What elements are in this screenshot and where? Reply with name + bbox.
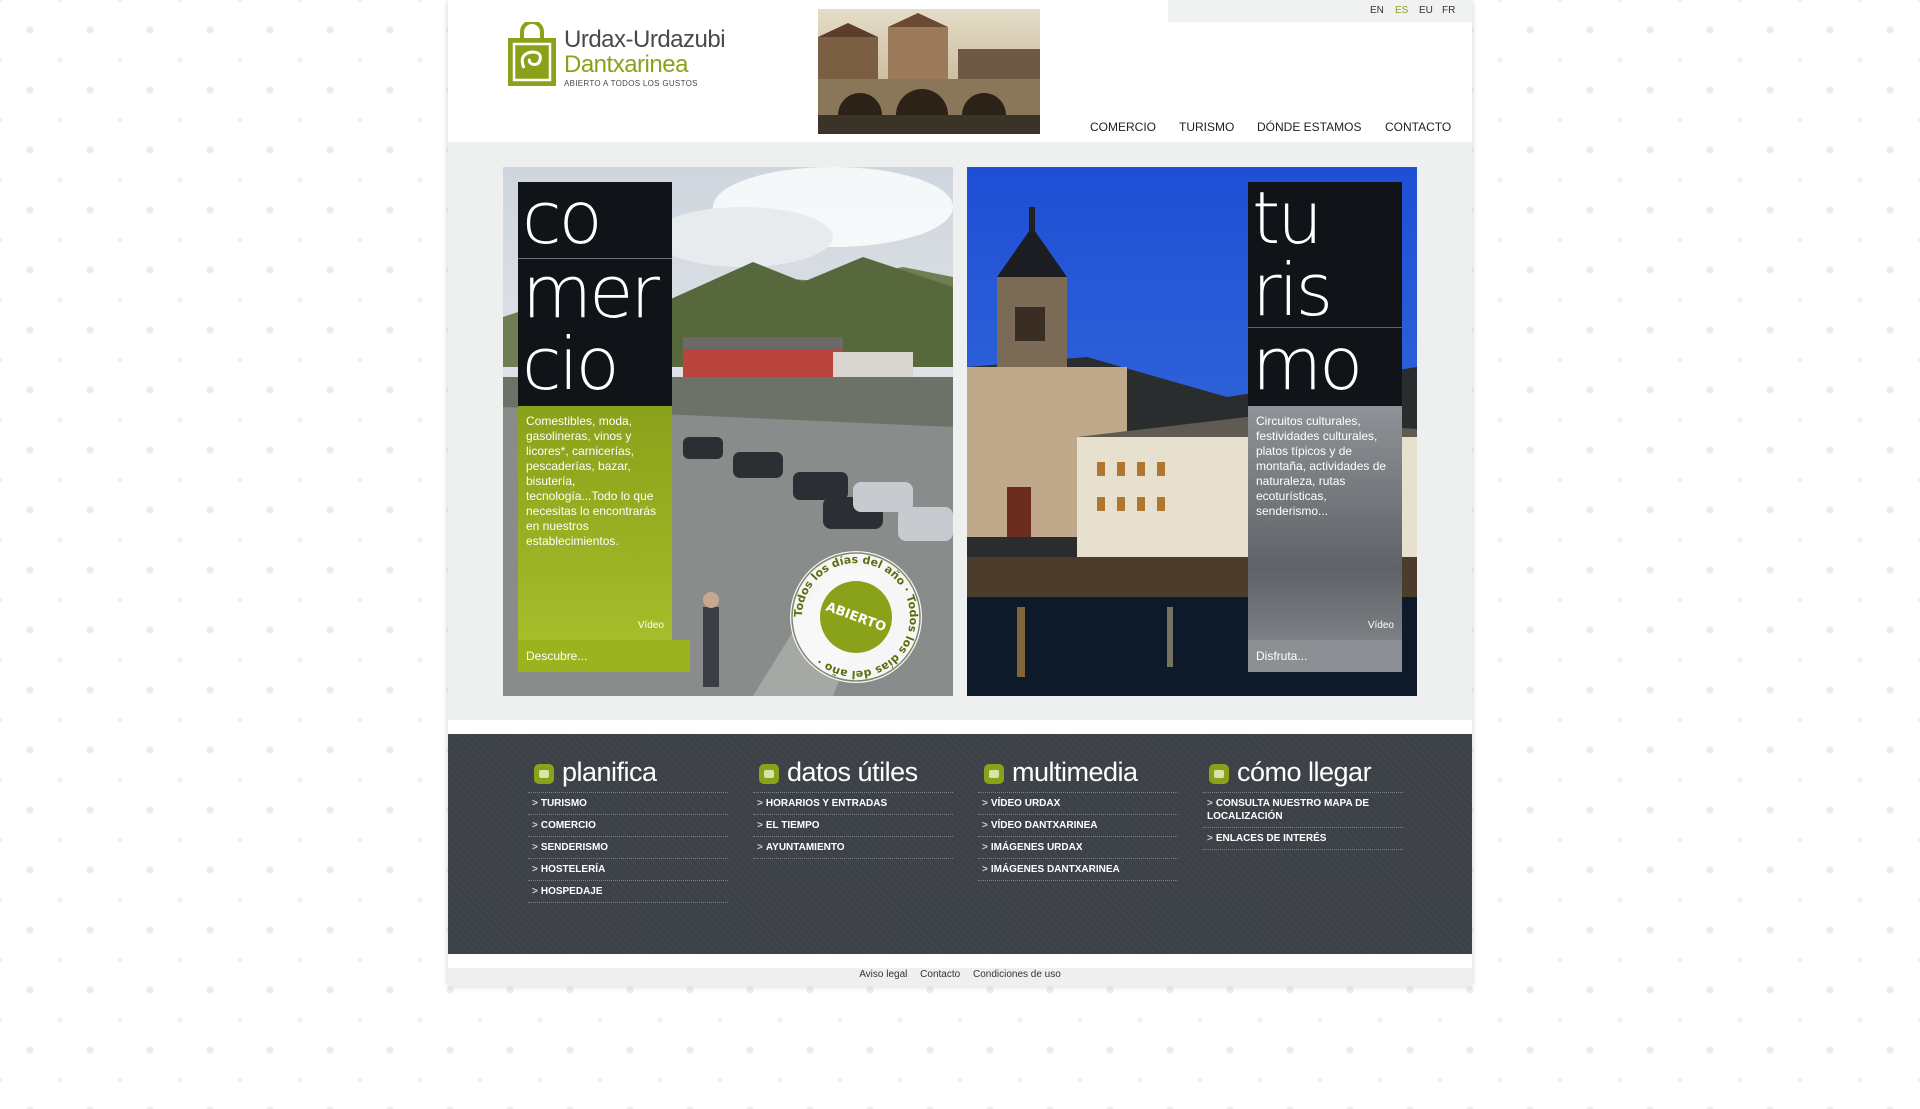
lang-en[interactable]: EN xyxy=(1370,5,1384,16)
eye-icon xyxy=(984,764,1004,784)
abierto-badge-icon: Todos los días del año · Todos los días … xyxy=(790,551,922,683)
link-horarios[interactable]: > HORARIOS Y ENTRADAS xyxy=(753,793,953,815)
turismo-cta-button[interactable]: Disfruta... xyxy=(1248,640,1402,672)
info-chart-icon xyxy=(759,764,779,784)
nav-contacto[interactable]: CONTACTO xyxy=(1385,120,1451,134)
column-multimedia: multimedia > VÍDEO URDAX > VÍDEO DANTXARIN… xyxy=(978,757,1178,881)
link-mapa-localizacion[interactable]: > CONSULTA NUESTRO MAPA DE LOCALIZACIÓN xyxy=(1203,793,1403,828)
lang-eu[interactable]: EU xyxy=(1419,5,1433,16)
footer-condiciones[interactable]: Condiciones de uso xyxy=(973,969,1061,980)
footer-aviso-legal[interactable]: Aviso legal xyxy=(859,969,907,980)
column-title: multimedia xyxy=(1012,757,1138,787)
link-turismo[interactable]: > TURISMO xyxy=(528,793,728,815)
link-comercio[interactable]: > COMERCIO xyxy=(528,815,728,837)
logo-tagline: ABIERTO A TODOS LOS GUSTOS xyxy=(564,79,698,88)
turismo-description: Circuitos culturales, festividades cultu… xyxy=(1256,414,1387,518)
shopping-bag-logo-icon xyxy=(508,22,556,86)
link-hospedaje[interactable]: > HOSPEDAJE xyxy=(528,881,728,903)
link-ayuntamiento[interactable]: > AYUNTAMIENTO xyxy=(753,837,953,859)
link-enlaces-interes[interactable]: > ENLACES DE INTERÉS xyxy=(1203,828,1403,850)
nav-comercio[interactable]: COMERCIO xyxy=(1090,120,1156,134)
link-hosteleria[interactable]: > HOSTELERÍA xyxy=(528,859,728,881)
link-senderismo[interactable]: > SENDERISMO xyxy=(528,837,728,859)
comercio-title-1: co xyxy=(522,176,603,260)
turismo-title-1: tu xyxy=(1252,176,1323,260)
column-header: datos útiles xyxy=(753,757,953,793)
hero-section: co mer cio Comestibles, moda, gasolinera… xyxy=(448,142,1472,720)
comercio-description: Comestibles, moda, gasolineras, vinos y … xyxy=(526,414,657,548)
column-como-llegar: cómo llegar > CONSULTA NUESTRO MAPA DE LO… xyxy=(1203,757,1403,850)
logo-line1: Urdax-Urdazubi xyxy=(564,26,726,53)
lang-es[interactable]: ES xyxy=(1395,5,1408,16)
footer: Aviso legal Contacto Condiciones de uso xyxy=(448,968,1472,986)
turismo-video-link[interactable]: Vídeo xyxy=(1368,618,1394,633)
turismo-description-box: Circuitos culturales, festividades cultu… xyxy=(1248,406,1402,640)
comercio-title-box: co mer cio xyxy=(518,182,672,406)
column-header: planifica xyxy=(528,757,728,793)
page-container: Urdax-Urdazubi Dantxarinea ABIERTO A TOD… xyxy=(448,0,1472,986)
comercio-panel[interactable]: co mer cio Comestibles, moda, gasolinera… xyxy=(503,167,953,696)
calendar-icon xyxy=(534,764,554,784)
link-el-tiempo[interactable]: > EL TIEMPO xyxy=(753,815,953,837)
link-imagenes-dantxarinea[interactable]: > IMÁGENES DANTXARINEA xyxy=(978,859,1178,881)
link-video-urdax[interactable]: > VÍDEO URDAX xyxy=(978,793,1178,815)
comercio-video-link[interactable]: Vídeo xyxy=(638,618,664,633)
column-datos-utiles: datos útiles > HORARIOS Y ENTRADAS > EL TI… xyxy=(753,757,953,859)
column-title: datos útiles xyxy=(787,757,918,787)
column-title: cómo llegar xyxy=(1237,757,1372,787)
turismo-title-box: tu ris mo xyxy=(1248,182,1402,406)
footer-contacto[interactable]: Contacto xyxy=(920,969,960,980)
column-header: multimedia xyxy=(978,757,1178,793)
car-icon xyxy=(1209,764,1229,784)
comercio-title-2: mer xyxy=(522,250,660,334)
language-bar: EN ES EU FR xyxy=(1168,0,1472,22)
turismo-title-2: ris xyxy=(1252,248,1333,332)
comercio-cta-button[interactable]: Descubre... xyxy=(518,640,690,672)
quick-links-band: planifica > TURISMO > COMERCIO > SENDERISMO… xyxy=(448,734,1472,954)
turismo-panel[interactable]: tu ris mo Circuitos culturales, festivid… xyxy=(967,167,1417,696)
link-video-dantxarinea[interactable]: > VÍDEO DANTXARINEA xyxy=(978,815,1178,837)
header-bridge-photo xyxy=(818,9,1040,134)
nav-donde-estamos[interactable]: DÓNDE ESTAMOS xyxy=(1257,120,1361,134)
comercio-description-box: Comestibles, moda, gasolineras, vinos y … xyxy=(518,406,672,640)
header: Urdax-Urdazubi Dantxarinea ABIERTO A TOD… xyxy=(448,0,1472,142)
lang-fr[interactable]: FR xyxy=(1442,5,1455,16)
turismo-title-3: mo xyxy=(1252,322,1363,406)
nav-turismo[interactable]: TURISMO xyxy=(1179,120,1234,134)
link-imagenes-urdax[interactable]: > IMÁGENES URDAX xyxy=(978,837,1178,859)
column-planifica: planifica > TURISMO > COMERCIO > SENDERISMO… xyxy=(528,757,728,903)
site-logo[interactable]: Urdax-Urdazubi Dantxarinea ABIERTO A TOD… xyxy=(506,22,766,92)
logo-line2: Dantxarinea xyxy=(564,51,688,78)
column-title: planifica xyxy=(562,757,657,787)
comercio-title-3: cio xyxy=(522,322,620,406)
column-header: cómo llegar xyxy=(1203,757,1403,793)
